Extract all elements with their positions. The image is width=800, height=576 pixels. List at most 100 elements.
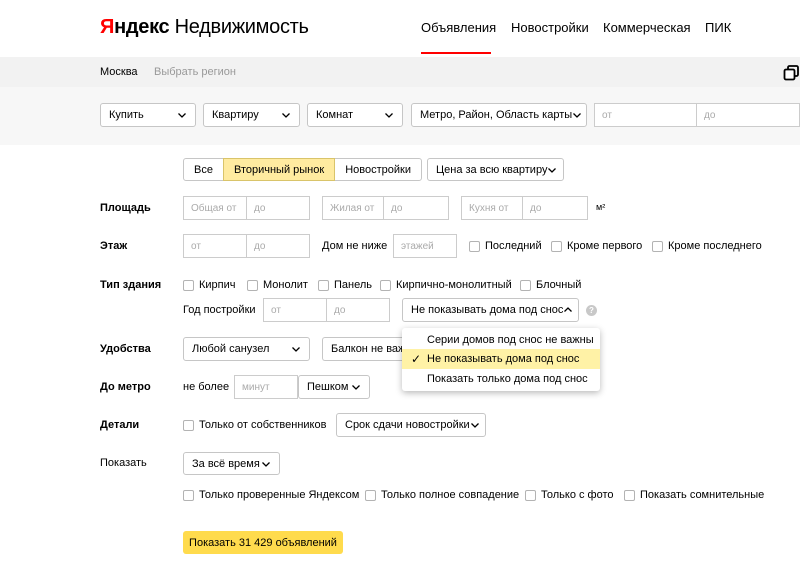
verified-only-checkbox[interactable]: Только проверенные Яндексом [183,489,359,501]
nav-listings[interactable]: Объявления [421,20,496,35]
with-photo-checkbox[interactable]: Только с фото [525,489,614,501]
checkbox-box[interactable] [551,240,562,252]
metro-minutes-input[interactable]: минут [234,375,298,399]
period-select[interactable]: За всё время [183,452,280,475]
dropdown-option-label: Не показывать дома под снос [427,353,580,365]
object-type-select[interactable]: Квартиру [203,103,300,127]
building-type-brick-monolith-checkbox[interactable]: Кирпично-монолитный [380,279,512,291]
full-match-checkbox[interactable]: Только полное совпадение [365,489,519,501]
price-type-select[interactable]: Цена за всю квартиру [427,158,564,181]
floor-not-first-label: Кроме первого [567,240,643,252]
copy-icon[interactable] [783,64,800,81]
chevron-up-icon [564,307,573,312]
dropdown-option-hide-demolition[interactable]: ✓ Не показывать дома под снос [402,349,600,369]
segment-all[interactable]: Все [183,158,224,181]
house-min-floors-input[interactable]: этажей [393,234,457,258]
area-total-to-input[interactable]: до [246,196,310,220]
checkbox-box[interactable] [469,240,480,252]
checkbox-box[interactable] [183,419,194,431]
area-kitchen-to-input[interactable]: до [522,196,588,220]
chevron-down-icon [352,385,360,390]
checkbox-box[interactable] [525,489,536,501]
rooms-select[interactable]: Комнат [307,103,403,127]
demolition-select[interactable]: Не показывать дома под снос [402,298,579,322]
checkbox-box[interactable] [652,240,663,252]
market-segment-control: Все Вторичный рынок Новостройки [183,158,422,181]
area-total-from-input[interactable]: Общая от [183,196,247,220]
rooms-value: Комнат [316,109,354,121]
amenities-label: Удобства [100,343,151,355]
checkbox-box[interactable] [365,489,376,501]
area-label: Площадь [100,202,151,214]
logo-brand: ндекс [114,16,170,38]
checkbox-box[interactable] [318,279,329,291]
building-type-brick-monolith-label: Кирпично-монолитный [396,279,512,291]
chevron-down-icon [548,167,557,173]
dropdown-option-demolition-irrelevant[interactable]: Серии домов под снос не важны [402,330,600,350]
owners-only-checkbox[interactable]: Только от собственников [183,419,326,431]
floor-last-label: Последний [485,240,542,252]
floor-not-first-checkbox[interactable]: Кроме первого [551,240,642,252]
checkbox-box[interactable] [520,279,531,291]
show-results-button[interactable]: Показать 31 429 объявлений [183,531,343,554]
price-to-input[interactable]: до [696,103,800,127]
nav-pik[interactable]: ПИК [705,20,731,35]
building-type-panel-label: Панель [334,279,373,291]
owners-only-label: Только от собственников [199,419,327,431]
building-type-block-checkbox[interactable]: Блочный [520,279,581,291]
build-year-from-input[interactable]: от [263,298,327,322]
verified-only-label: Только проверенные Яндексом [199,489,360,501]
checkbox-box[interactable] [183,279,194,291]
full-match-label: Только полное совпадение [381,489,520,501]
area-living-to-input[interactable]: до [383,196,449,220]
price-from-input[interactable]: от [594,103,697,127]
metro-transport-select[interactable]: Пешком [298,375,370,399]
bathroom-value: Любой санузел [192,343,270,355]
location-select[interactable]: Метро, Район, Область карты [411,103,587,127]
logo-service: Недвижимость [174,16,309,38]
period-value: За всё время [192,457,260,470]
build-year-to-input[interactable]: до [326,298,390,322]
checkbox-box[interactable] [380,279,391,291]
help-icon[interactable]: ? [586,305,597,316]
nav-commercial[interactable]: Коммерческая [603,20,691,35]
checkbox-box[interactable] [247,279,258,291]
deal-type-value: Купить [109,109,144,121]
bathroom-select[interactable]: Любой санузел [183,337,310,361]
show-suspicious-label: Показать сомнительные [640,489,765,501]
floor-label: Этаж [100,240,128,252]
logo-letter: Я [100,16,115,38]
logo[interactable]: Яндекс Недвижимость [100,16,309,39]
floor-not-last-checkbox[interactable]: Кроме последнего [652,240,762,252]
building-type-brick-checkbox[interactable]: Кирпич [183,279,236,291]
building-type-panel-checkbox[interactable]: Панель [318,279,372,291]
floor-to-input[interactable]: до [246,234,310,258]
metro-label: До метро [100,381,151,393]
floor-last-checkbox[interactable]: Последний [469,240,542,252]
deadline-select[interactable]: Срок сдачи новостройки [336,413,486,437]
choose-region-link[interactable]: Выбрать регион [154,66,236,78]
active-nav-underline [421,52,491,54]
area-kitchen-from-input[interactable]: Кухня от [461,196,523,220]
floor-not-last-label: Кроме последнего [668,240,762,252]
building-type-block-label: Блочный [536,279,582,291]
build-year-label: Год постройки [183,304,256,316]
metro-transport-value: Пешком [307,381,349,393]
checkbox-box[interactable] [624,489,635,501]
floor-from-input[interactable]: от [183,234,247,258]
details-label: Детали [100,419,140,431]
deal-type-select[interactable]: Купить [100,103,196,127]
building-type-monolith-checkbox[interactable]: Монолит [247,279,308,291]
segment-secondary[interactable]: Вторичный рынок [222,158,336,181]
metro-not-more-label: не более [183,381,230,393]
segment-new-buildings[interactable]: Новостройки [334,158,422,181]
house-min-floors-label: Дом не ниже [322,240,388,252]
show-suspicious-checkbox[interactable]: Показать сомнительные [624,489,764,501]
price-type-value: Цена за всю квартиру [436,163,548,176]
region-city[interactable]: Москва [100,66,138,78]
dropdown-option-only-demolition[interactable]: Показать только дома под снос [402,369,600,389]
building-type-monolith-label: Монолит [263,279,308,291]
checkbox-box[interactable] [183,489,194,501]
nav-new-buildings[interactable]: Новостройки [511,20,589,35]
area-living-from-input[interactable]: Жилая от [322,196,384,220]
